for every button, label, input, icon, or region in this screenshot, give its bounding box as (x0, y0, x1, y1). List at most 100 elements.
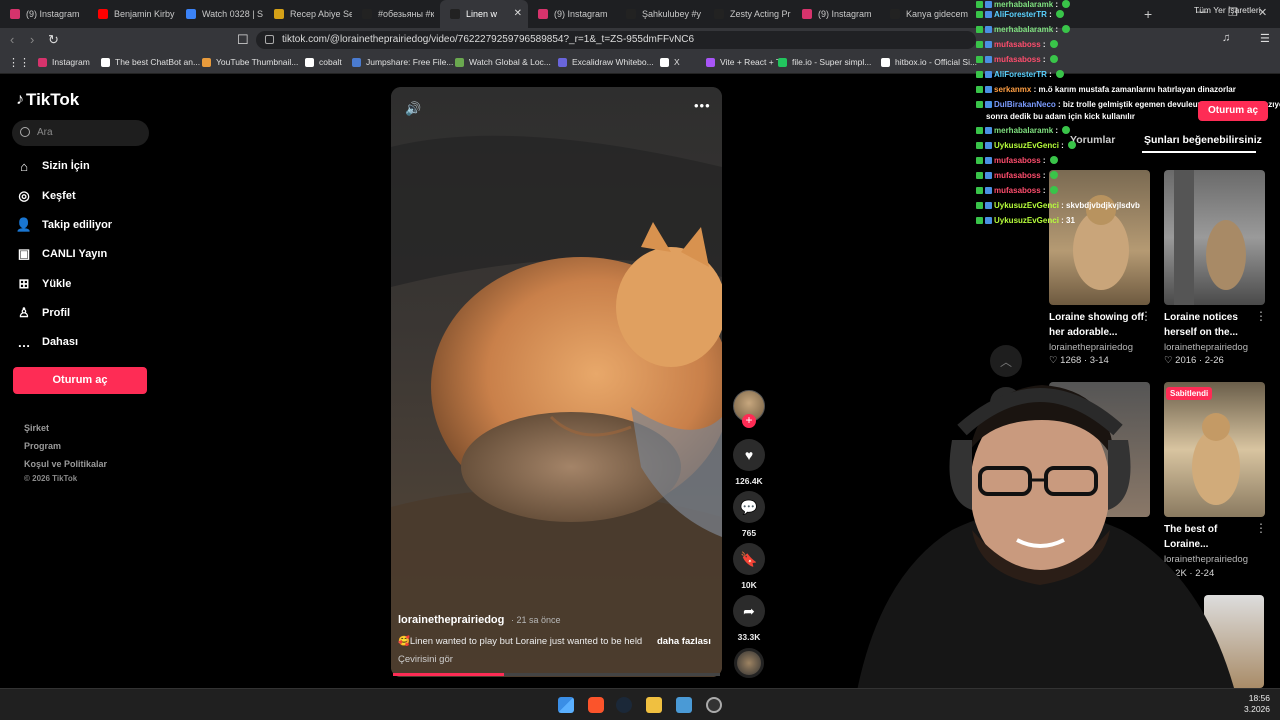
tab-favicon-icon (450, 9, 460, 19)
music-disc-icon[interactable] (734, 648, 764, 678)
bookmark-item[interactable]: YouTube Thumbnail... (202, 57, 298, 67)
bookmark-item[interactable]: The best ChatBot an... (101, 57, 200, 67)
badge-icon (985, 217, 992, 224)
badge-icon (985, 41, 992, 48)
sidebar-item-3[interactable]: 👤 Takip ediliyor (16, 217, 112, 233)
back-icon[interactable]: ‹ (10, 32, 14, 47)
apps-icon[interactable]: ⋮⋮ (8, 56, 30, 69)
browser-tab[interactable]: (9) Instagram (792, 0, 880, 28)
save-button[interactable]: 🔖 (733, 543, 765, 575)
bookmark-favicon-icon (558, 57, 567, 67)
login-button[interactable]: Oturum aç (13, 367, 147, 394)
card-title-2[interactable]: Loraine notices herself on the... (1164, 310, 1264, 340)
sidebar-item-2[interactable]: ◎ Keşfet (16, 188, 75, 204)
bookmarks-bar: ⋮⋮ Instagram The best ChatBot an... YouTub… (0, 52, 1280, 74)
tiktok-logo[interactable]: ♪ TikTok (16, 90, 79, 110)
tab-recommended[interactable]: Şunları beğenebilirsiniz (1144, 134, 1262, 146)
bookmark-item[interactable]: cobalt (305, 57, 342, 67)
caption-more-link[interactable]: daha fazlası (657, 636, 711, 647)
like-button[interactable]: ♥ (733, 439, 765, 471)
sidebar-item-5[interactable]: ⊞ Yükle (16, 276, 72, 292)
sidebar-item-4[interactable]: ▣ CANLI Yayın (16, 246, 107, 262)
footer-program[interactable]: Program (24, 441, 61, 451)
live-icon: ▣ (17, 246, 31, 261)
sidebar-item-1[interactable]: ⌂ Sizin İçin (16, 158, 90, 174)
browser-tab[interactable]: #обезьяны #к (352, 0, 440, 28)
translate-link[interactable]: Çevirisini gör (398, 654, 453, 665)
tab-bar: (9) Instagram Benjamin Kirby Watch 0328 | … (0, 0, 1280, 28)
card-author-1[interactable]: lorainetheprairiedog (1049, 342, 1133, 353)
steam-icon[interactable] (616, 697, 632, 713)
recommended-thumb-2[interactable] (1164, 170, 1265, 305)
tab-favicon-icon (538, 9, 548, 19)
bookmark-item[interactable]: Watch Global & Loc... (455, 57, 551, 67)
browser-tab[interactable]: Watch 0328 | S (176, 0, 264, 28)
bookmark-item[interactable]: Instagram (38, 57, 90, 67)
bookmark-item[interactable]: Vite + React + TS (706, 57, 787, 67)
close-tab-icon[interactable]: ✕ (514, 8, 522, 19)
chat-line: mufasaboss : (976, 40, 1058, 50)
volume-icon[interactable]: 🔊 (405, 101, 421, 117)
more-options-icon[interactable]: ••• (694, 98, 711, 113)
bookmark-icon[interactable]: ☐ (237, 32, 249, 48)
search-input[interactable]: Ara (12, 120, 149, 146)
browser-tab[interactable]: Kanya gidecem (880, 0, 968, 28)
browser-tab[interactable]: (9) Instagram (528, 0, 616, 28)
browser-tab[interactable]: Linen w ✕ (440, 0, 528, 28)
follow-button[interactable]: + (742, 414, 756, 428)
bookmark-item[interactable]: Excalidraw Whitebo... (558, 57, 654, 67)
tab-comments[interactable]: Yorumlar (1070, 134, 1115, 146)
browser-tab[interactable]: Benjamin Kirby (88, 0, 176, 28)
bookmark-item[interactable]: X (660, 57, 680, 67)
card-menu-icon[interactable]: ⋮ (1255, 521, 1267, 535)
menu-icon[interactable]: ☰ (1260, 32, 1270, 45)
bookmark-item[interactable]: Jumpshare: Free File... (352, 57, 453, 67)
card-author-2[interactable]: lorainetheprairiedog (1164, 342, 1248, 353)
site-info-icon[interactable] (265, 35, 274, 44)
bookmark-item[interactable]: hitbox.io - Official Si... (881, 57, 977, 67)
footer-terms[interactable]: Koşul ve Politikalar (24, 459, 107, 469)
bookmark-label: Instagram (52, 57, 90, 67)
chat-line: mufasaboss : (976, 156, 1058, 166)
emote-icon (1049, 55, 1058, 63)
file-explorer-icon[interactable] (646, 697, 662, 713)
recommended-thumb-1[interactable] (1049, 170, 1150, 305)
webcam-overlay (852, 385, 1242, 720)
taskbar-clock[interactable]: 18:56 3.2026 (1240, 693, 1270, 715)
tab-label: Benjamin Kirby (114, 9, 175, 19)
music-icon[interactable]: ♫ (1222, 32, 1230, 44)
sidebar-item-6[interactable]: ♙ Profil (16, 305, 70, 321)
bookmark-label: The best ChatBot an... (115, 57, 201, 67)
browser-tab[interactable]: Şahkulubey #y (616, 0, 704, 28)
bookmark-favicon-icon (352, 57, 361, 67)
reload-icon[interactable]: ↻ (48, 32, 59, 48)
bookmark-item[interactable]: file.io - Super simpl... (778, 57, 871, 67)
prev-video-button[interactable]: ︿ (990, 345, 1022, 377)
browser-tab[interactable]: Zesty Acting Pr (704, 0, 792, 28)
url-field[interactable]: tiktok.com/@lorainetheprairiedog/video/7… (256, 31, 976, 49)
sidebar-item-7[interactable]: … Dahası (16, 334, 79, 350)
all-bookmarks[interactable]: Tüm Yer İşaretleri (1194, 5, 1261, 15)
chat-username: mufasaboss (994, 40, 1041, 49)
new-tab-button[interactable]: + (1144, 6, 1152, 22)
card-menu-icon[interactable]: ⋮ (1140, 309, 1152, 323)
share-button[interactable]: ➦ (733, 595, 765, 627)
header-login-button[interactable]: Oturum aç (1198, 101, 1269, 121)
video-player[interactable] (391, 87, 722, 677)
comment-button[interactable]: 💬 (733, 491, 765, 523)
video-author[interactable]: lorainetheprairiedog (398, 614, 504, 626)
video-time: · 21 sa önce (511, 615, 561, 625)
forward-icon[interactable]: › (30, 32, 34, 47)
brave-browser-icon[interactable] (588, 697, 604, 713)
browser-tab[interactable]: (9) Instagram (0, 0, 88, 28)
card-menu-icon[interactable]: ⋮ (1255, 309, 1267, 323)
app-icon[interactable] (676, 697, 692, 713)
windows-start-icon[interactable] (558, 697, 574, 713)
following-icon: 👤 (15, 217, 33, 232)
video-progress-bar[interactable] (393, 673, 720, 676)
footer-company[interactable]: Şirket (24, 423, 49, 433)
card-title-1[interactable]: Loraine showing off her adorable... (1049, 310, 1149, 340)
bookmark-label: Excalidraw Whitebo... (572, 57, 654, 67)
browser-tab[interactable]: Recep Abiye Se (264, 0, 352, 28)
obs-icon[interactable] (706, 697, 722, 713)
